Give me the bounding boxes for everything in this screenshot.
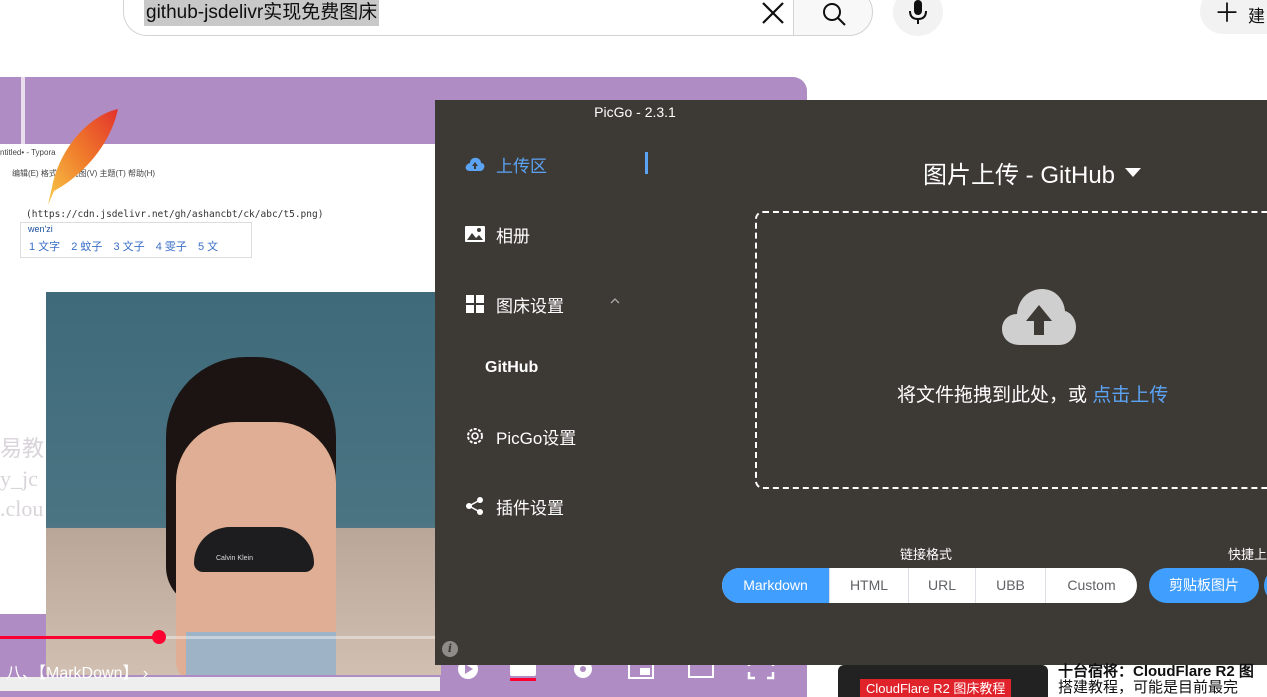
info-icon[interactable]: i <box>442 641 458 657</box>
typora-code-line: (https://cdn.jsdelivr.net/gh/ashancbt/ck… <box>26 209 324 220</box>
sidebar-item-bed-settings[interactable]: 图床设置 <box>465 292 564 316</box>
search-input[interactable]: github-jsdelivr实现免费图床 <box>144 0 380 26</box>
search-button[interactable] <box>793 0 873 36</box>
active-indicator <box>645 152 648 174</box>
grid-icon <box>466 295 484 313</box>
quick-upload-label: 快捷上 <box>1228 547 1267 562</box>
recommended-video-title-line2[interactable]: 搭建教程，可能是目前最完 <box>1058 676 1238 697</box>
typora-window: ntitled• - Typora 编辑(E) 格式(O) 视图(V) 主题(T… <box>0 144 441 691</box>
image-icon <box>465 226 485 242</box>
ime-candidate: 1 文字 <box>29 241 61 253</box>
chapter-title[interactable]: 八、【MarkDown】 › <box>6 659 148 683</box>
ime-candidate: 5 文 <box>198 241 219 253</box>
progress-fill <box>0 636 159 639</box>
embedded-photo: Calvin Klein <box>46 292 441 675</box>
watermark: 易教 y_jc .clou <box>0 436 45 521</box>
microphone-icon <box>909 0 927 24</box>
sidebar-subitem-github[interactable]: GitHub <box>485 359 538 377</box>
format-markdown[interactable]: Markdown <box>722 568 830 603</box>
thumbnail-badge: CloudFlare R2 图床教程 <box>860 679 1012 697</box>
create-label: 建 <box>1248 7 1265 26</box>
share-icon <box>466 497 483 515</box>
ime-candidate-box: wen'zi 1 文字 2 蚊子 3 文子 4 雯子 5 文 <box>20 222 252 258</box>
sidebar-item-upload[interactable]: 上传区 <box>465 152 547 176</box>
drop-zone[interactable]: 将文件拖拽到此处，或 点击上传 <box>755 211 1267 489</box>
picgo-window: PicGo - 2.3.1 上传区 相册 图床设置 GitHub PicGo设置… <box>435 100 1267 665</box>
cloud-upload-icon <box>1002 289 1076 345</box>
sidebar-item-label: PicGo设置 <box>496 428 577 448</box>
format-html[interactable]: HTML <box>830 568 909 603</box>
drop-instruction: 将文件拖拽到此处，或 点击上传 <box>897 385 1169 406</box>
format-url[interactable]: URL <box>909 568 976 603</box>
page-title: 图片上传 - GitHub <box>923 162 1116 189</box>
progress-bar[interactable] <box>0 630 440 644</box>
upload-title-dropdown[interactable]: 图片上传 - GitHub <box>923 155 1142 190</box>
player-divider <box>21 77 25 147</box>
link-format-selector: Markdown HTML URL UBB Custom <box>722 568 1137 603</box>
picgo-feather-icon <box>48 109 118 205</box>
scrubber-handle[interactable] <box>152 630 166 644</box>
window-title: PicGo - 2.3.1 <box>594 104 676 120</box>
chevron-up-icon[interactable] <box>610 296 620 306</box>
sidebar-item-label: 相册 <box>496 226 530 246</box>
voice-search-button[interactable] <box>893 0 943 36</box>
link-format-label: 链接格式 <box>900 547 953 562</box>
click-upload-link[interactable]: 点击上传 <box>1092 385 1168 406</box>
format-ubb[interactable]: UBB <box>976 568 1046 603</box>
plus-icon: ＋ <box>1214 0 1241 28</box>
sidebar-item-label: 图床设置 <box>496 296 564 316</box>
create-button[interactable]: ＋ 建 <box>1200 0 1267 34</box>
gear-icon <box>467 428 483 444</box>
close-icon[interactable] <box>758 0 788 28</box>
ime-candidates: 1 文字 2 蚊子 3 文子 4 雯子 5 文 <box>29 238 226 254</box>
sidebar-item-album[interactable]: 相册 <box>465 222 530 246</box>
format-custom[interactable]: Custom <box>1046 568 1137 603</box>
sidebar-item-plugins[interactable]: 插件设置 <box>465 494 564 518</box>
search-icon <box>823 3 846 26</box>
ime-candidate: 3 文子 <box>113 241 145 253</box>
clipboard-image-button[interactable]: 剪贴板图片 <box>1149 568 1259 603</box>
cloud-upload-icon <box>465 157 485 171</box>
ime-candidate: 2 蚊子 <box>71 241 103 253</box>
recommended-video-thumbnail[interactable]: CloudFlare R2 图床教程 <box>838 665 1048 697</box>
photo-text: Calvin Klein <box>216 555 253 562</box>
ime-candidate: 4 雯子 <box>155 241 187 253</box>
sidebar-item-label: 上传区 <box>496 156 547 176</box>
ime-input: wen'zi <box>28 224 53 234</box>
caret-down-icon <box>1125 168 1142 177</box>
sidebar-item-picgo-settings[interactable]: PicGo设置 <box>465 424 576 448</box>
sidebar-item-label: 插件设置 <box>496 498 564 518</box>
